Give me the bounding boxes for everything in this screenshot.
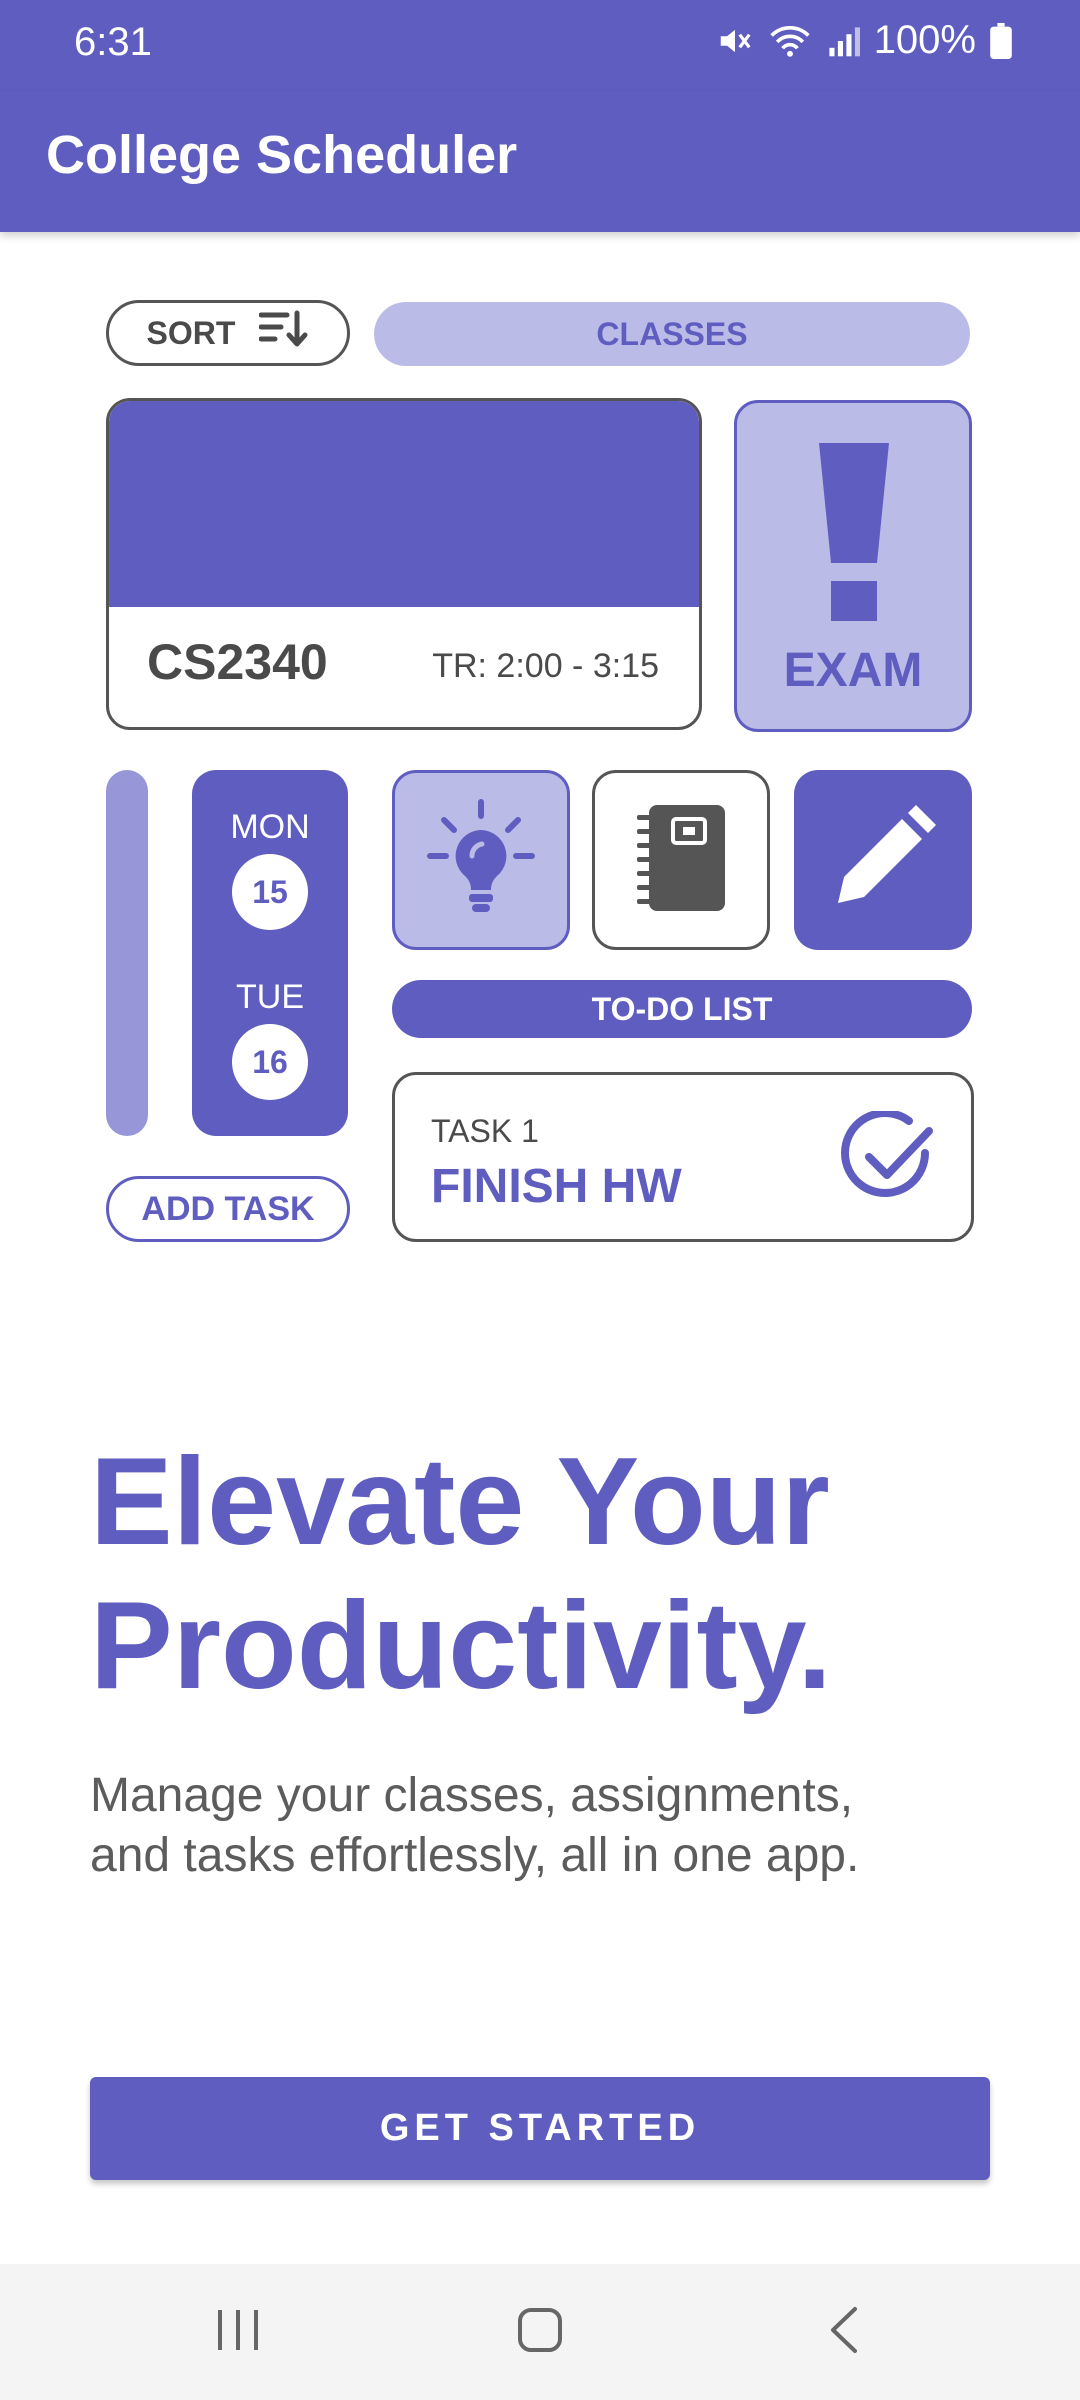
home-icon bbox=[516, 2306, 564, 2359]
onboarding-illustration: SORT CLASSES CS2340 TR: 2:00 - 3:15 EXAM… bbox=[0, 232, 1080, 1282]
status-time: 6:31 bbox=[74, 20, 152, 64]
mute-icon bbox=[716, 22, 754, 60]
get-started-button[interactable]: GET STARTED bbox=[90, 2077, 990, 2180]
subtext-line: and tasks effortlessly, all in one app. bbox=[90, 1829, 860, 1882]
notebook-icon bbox=[633, 803, 729, 918]
sort-label: SORT bbox=[146, 314, 236, 351]
add-task-pill: ADD TASK bbox=[106, 1176, 350, 1242]
check-circle-icon bbox=[841, 1109, 937, 1212]
notebook-tile bbox=[592, 770, 770, 950]
pencil-tile bbox=[794, 770, 972, 950]
sort-icon bbox=[258, 309, 309, 357]
exam-card: EXAM bbox=[734, 400, 972, 732]
idea-tile bbox=[392, 770, 570, 950]
class-card: CS2340 TR: 2:00 - 3:15 bbox=[106, 398, 702, 730]
todo-label: TO-DO LIST bbox=[591, 990, 773, 1027]
status-bar: 6:31 100% bbox=[0, 0, 1080, 92]
app-bar: College Scheduler bbox=[0, 92, 1080, 232]
headline-line: Elevate Your bbox=[90, 1433, 830, 1571]
task-label: TASK 1 bbox=[431, 1113, 539, 1149]
task-title: FINISH HW bbox=[431, 1160, 682, 1213]
status-icons: 100% bbox=[716, 18, 1012, 63]
sort-pill: SORT bbox=[106, 300, 350, 366]
day-name: MON bbox=[230, 808, 310, 846]
signal-icon bbox=[826, 24, 860, 58]
lightbulb-icon bbox=[426, 798, 536, 923]
battery-icon bbox=[990, 22, 1012, 59]
todo-bar: TO-DO LIST bbox=[392, 980, 972, 1038]
class-card-header bbox=[109, 401, 699, 607]
back-button[interactable] bbox=[784, 2292, 904, 2372]
wifi-icon bbox=[768, 22, 812, 60]
date-column: MON 15 TUE 16 bbox=[192, 770, 348, 1136]
exclamation-icon bbox=[819, 443, 889, 628]
class-time: TR: 2:00 - 3:15 bbox=[432, 647, 659, 685]
exam-label: EXAM bbox=[783, 644, 923, 697]
classes-label: CLASSES bbox=[596, 315, 748, 352]
back-icon bbox=[827, 2305, 861, 2360]
pencil-icon bbox=[828, 803, 938, 918]
add-task-label: ADD TASK bbox=[141, 1189, 315, 1228]
app-title: College Scheduler bbox=[46, 125, 518, 185]
home-button[interactable] bbox=[480, 2292, 600, 2372]
subtext-line: Manage your classes, assignments, bbox=[90, 1769, 854, 1822]
headline-line: Productivity. bbox=[90, 1577, 832, 1715]
recents-icon bbox=[214, 2308, 262, 2357]
battery-percent: 100% bbox=[873, 18, 976, 62]
day-name: TUE bbox=[236, 978, 304, 1016]
classes-bar: CLASSES bbox=[374, 302, 970, 366]
class-code: CS2340 bbox=[147, 634, 328, 690]
scroll-track bbox=[106, 770, 148, 1136]
subtext: Manage your classes, assignments, and ta… bbox=[90, 1766, 1010, 1886]
task-card: TASK 1 FINISH HW bbox=[392, 1072, 974, 1242]
day-number: 15 bbox=[232, 854, 308, 930]
recents-button[interactable] bbox=[178, 2292, 298, 2372]
headline: Elevate Your Productivity. bbox=[90, 1430, 990, 1718]
day-number: 16 bbox=[232, 1024, 308, 1100]
navigation-bar bbox=[0, 2264, 1080, 2400]
